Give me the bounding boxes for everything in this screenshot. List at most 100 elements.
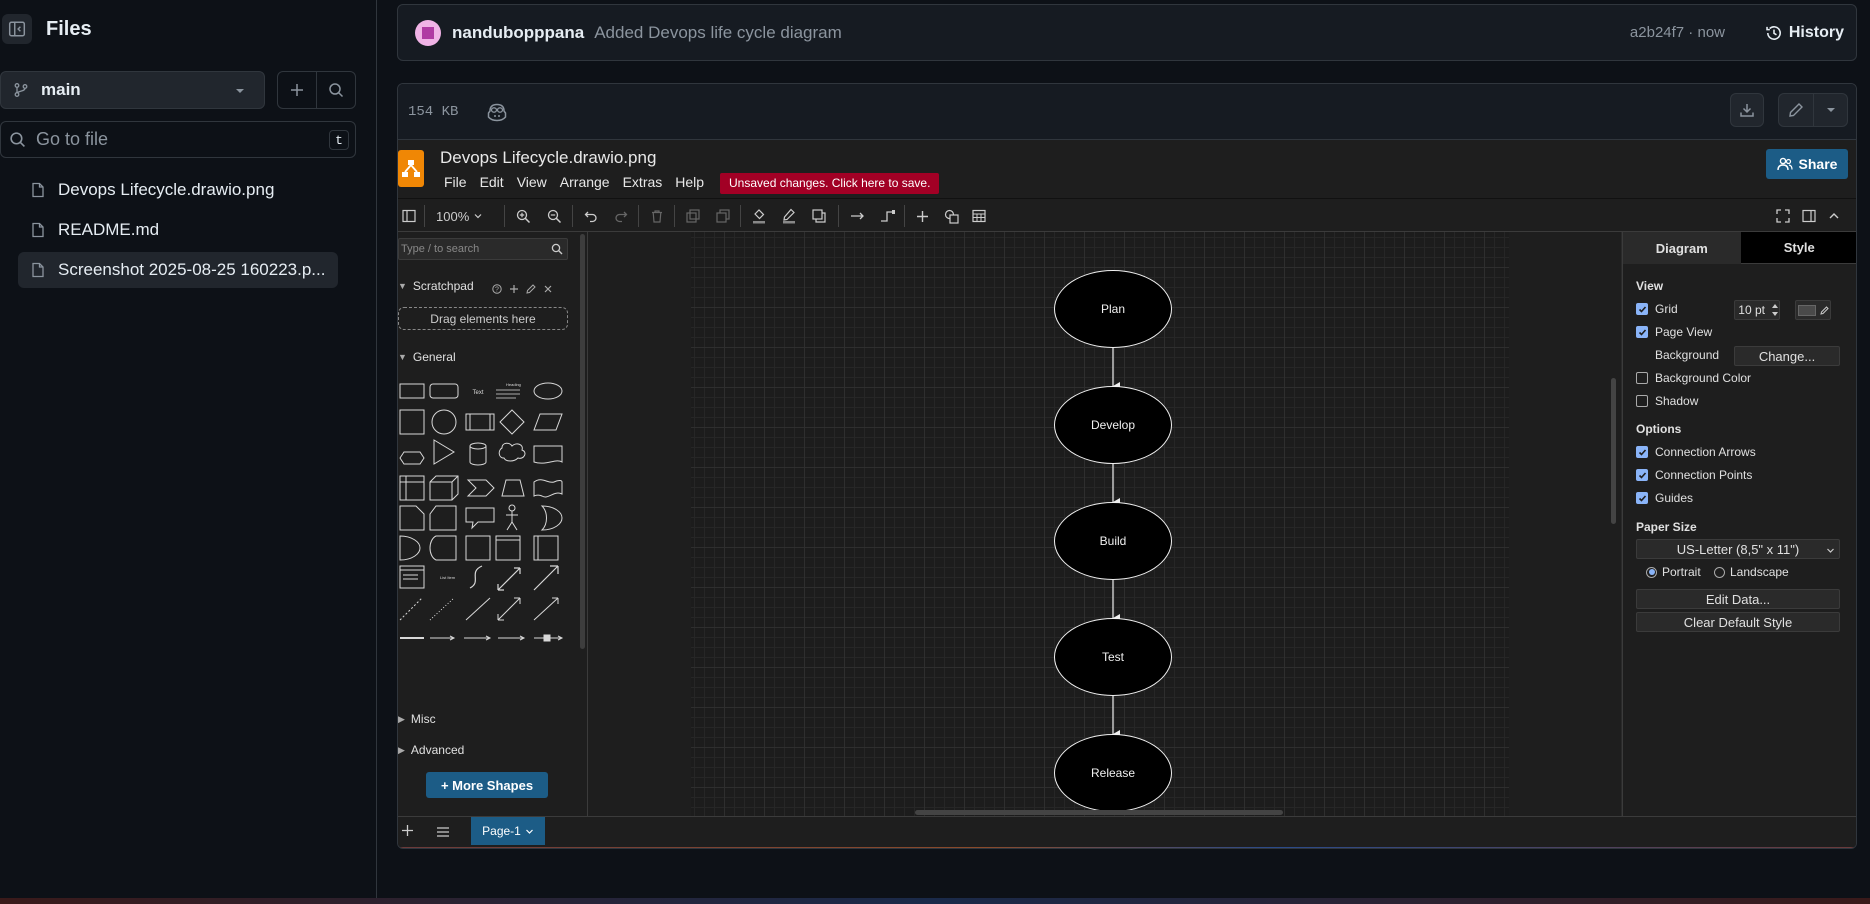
add-file-button[interactable] bbox=[278, 72, 316, 108]
file-tree-item[interactable]: Devops Lifecycle.drawio.png bbox=[18, 172, 338, 208]
guides-checkbox[interactable] bbox=[1636, 492, 1648, 504]
shadow-button[interactable] bbox=[812, 207, 826, 225]
clear-default-style-button[interactable]: Clear Default Style bbox=[1636, 612, 1840, 632]
grid-checkbox[interactable] bbox=[1636, 303, 1648, 315]
copilot-icon[interactable] bbox=[486, 102, 508, 122]
edit-file-button[interactable] bbox=[1779, 94, 1813, 126]
redo-button[interactable] bbox=[614, 207, 628, 225]
page-view-checkbox[interactable] bbox=[1636, 326, 1648, 338]
menu-edit[interactable]: Edit bbox=[480, 174, 504, 190]
background-change-button[interactable]: Change... bbox=[1734, 346, 1840, 366]
misc-section[interactable]: ▶ Misc bbox=[398, 712, 436, 726]
line-color-button[interactable] bbox=[782, 207, 796, 225]
commit-author[interactable]: nandubopppana bbox=[452, 23, 584, 43]
portrait-radio[interactable] bbox=[1646, 566, 1657, 578]
close-icon[interactable] bbox=[543, 281, 553, 299]
spinner-icon[interactable] bbox=[1771, 302, 1779, 318]
general-shapes-grid[interactable]: Text Heading List Item bbox=[398, 376, 578, 686]
general-section[interactable]: ▼ General bbox=[398, 350, 456, 364]
edit-options-button[interactable] bbox=[1813, 94, 1847, 126]
diagram-node[interactable]: Plan bbox=[1054, 270, 1172, 348]
shapes-button[interactable] bbox=[944, 207, 959, 225]
connection-button[interactable] bbox=[850, 207, 866, 225]
connection-arrows-checkbox-row[interactable]: Connection Arrows bbox=[1636, 445, 1756, 459]
branch-selector[interactable]: main bbox=[0, 71, 265, 109]
connection-arrows-checkbox[interactable] bbox=[1636, 446, 1648, 458]
help-icon[interactable]: ? bbox=[492, 281, 502, 299]
portrait-radio-row[interactable]: Portrait bbox=[1646, 565, 1701, 579]
shape-search-input[interactable] bbox=[401, 243, 541, 255]
grid-checkbox-row[interactable]: Grid bbox=[1636, 302, 1678, 316]
background-color-checkbox[interactable] bbox=[1636, 372, 1648, 384]
edit-data-button[interactable]: Edit Data... bbox=[1636, 589, 1840, 609]
commit-message[interactable]: Added Devops life cycle diagram bbox=[594, 23, 842, 43]
menu-file[interactable]: File bbox=[444, 174, 467, 190]
share-button[interactable]: Share bbox=[1766, 149, 1848, 179]
collapse-toolbar-button[interactable] bbox=[1828, 207, 1840, 225]
drawio-file-title[interactable]: Devops Lifecycle.drawio.png bbox=[440, 148, 656, 168]
connection-points-checkbox-row[interactable]: Connection Points bbox=[1636, 468, 1752, 482]
diagram-node[interactable]: Test bbox=[1054, 618, 1172, 696]
paper-size-select[interactable]: US-Letter (8,5" x 11") bbox=[1636, 539, 1840, 559]
scratchpad-drop-zone[interactable]: Drag elements here bbox=[398, 307, 568, 330]
table-button[interactable] bbox=[972, 207, 986, 225]
menu-arrange[interactable]: Arrange bbox=[560, 174, 610, 190]
download-button[interactable] bbox=[1730, 93, 1764, 127]
commit-hash-time[interactable]: a2b24f7 · now bbox=[1630, 24, 1725, 41]
unsaved-changes-banner[interactable]: Unsaved changes. Click here to save. bbox=[720, 173, 940, 194]
landscape-radio[interactable] bbox=[1714, 566, 1725, 578]
undo-button[interactable] bbox=[584, 207, 598, 225]
to-front-button[interactable] bbox=[686, 207, 700, 225]
file-tree-item[interactable]: README.md bbox=[18, 212, 338, 248]
canvas-horizontal-scrollbar[interactable] bbox=[915, 810, 1283, 815]
diagram-node[interactable]: Build bbox=[1054, 502, 1172, 580]
plus-icon[interactable] bbox=[509, 281, 519, 299]
to-back-button[interactable] bbox=[716, 207, 730, 225]
shapes-scrollbar[interactable] bbox=[580, 234, 585, 649]
tab-diagram[interactable]: Diagram bbox=[1623, 232, 1741, 264]
insert-button[interactable] bbox=[916, 207, 929, 225]
menu-view[interactable]: View bbox=[517, 174, 547, 190]
fullscreen-button[interactable] bbox=[1776, 207, 1790, 225]
menu-help[interactable]: Help bbox=[675, 174, 704, 190]
shadow-checkbox-row[interactable]: Shadow bbox=[1636, 394, 1698, 408]
grid-color-swatch[interactable] bbox=[1795, 300, 1831, 320]
diagram-canvas[interactable]: Plan Develop Build Test Release bbox=[588, 232, 1621, 816]
search-files-button[interactable] bbox=[316, 72, 355, 108]
diagram-page[interactable]: Plan Develop Build Test Release bbox=[691, 232, 1509, 816]
go-to-file-input[interactable] bbox=[36, 129, 316, 150]
file-tree-item-selected[interactable]: Screenshot 2025-08-25 160223.p... bbox=[18, 252, 338, 288]
history-button[interactable]: History bbox=[1765, 24, 1844, 42]
tab-style[interactable]: Style bbox=[1740, 232, 1856, 264]
waypoints-button[interactable] bbox=[880, 207, 896, 225]
shape-search-field[interactable] bbox=[398, 238, 568, 260]
zoom-out-button[interactable] bbox=[547, 207, 562, 225]
format-panel-button[interactable] bbox=[1802, 207, 1816, 225]
page-view-checkbox-row[interactable]: Page View bbox=[1636, 325, 1712, 339]
menu-extras[interactable]: Extras bbox=[623, 174, 663, 190]
page-tab[interactable]: Page-1 bbox=[471, 817, 545, 845]
collapse-sidebar-button[interactable] bbox=[2, 14, 32, 44]
more-shapes-button[interactable]: + More Shapes bbox=[426, 772, 548, 798]
canvas-vertical-scrollbar[interactable] bbox=[1611, 378, 1616, 524]
pencil-icon[interactable] bbox=[526, 281, 536, 299]
pages-menu-button[interactable] bbox=[436, 825, 450, 843]
shadow-checkbox[interactable] bbox=[1636, 395, 1648, 407]
diagram-node[interactable]: Develop bbox=[1054, 386, 1172, 464]
landscape-radio-row[interactable]: Landscape bbox=[1714, 565, 1789, 579]
files-title: Files bbox=[46, 17, 92, 40]
scratchpad-section[interactable]: ▼ Scratchpad bbox=[398, 279, 474, 293]
diagram-node[interactable]: Release bbox=[1054, 734, 1172, 812]
delete-button[interactable] bbox=[650, 207, 664, 225]
guides-checkbox-row[interactable]: Guides bbox=[1636, 491, 1693, 505]
zoom-dropdown[interactable]: 100% bbox=[436, 207, 483, 225]
background-color-checkbox-row[interactable]: Background Color bbox=[1636, 371, 1751, 385]
add-page-button[interactable] bbox=[401, 824, 414, 842]
zoom-in-button[interactable] bbox=[516, 207, 531, 225]
avatar[interactable] bbox=[415, 19, 441, 46]
fill-color-button[interactable] bbox=[752, 207, 766, 225]
advanced-section[interactable]: ▶ Advanced bbox=[398, 743, 464, 757]
connection-points-checkbox[interactable] bbox=[1636, 469, 1648, 481]
format-panel-toggle-button[interactable] bbox=[402, 207, 416, 225]
go-to-file-field[interactable]: t bbox=[0, 121, 356, 158]
